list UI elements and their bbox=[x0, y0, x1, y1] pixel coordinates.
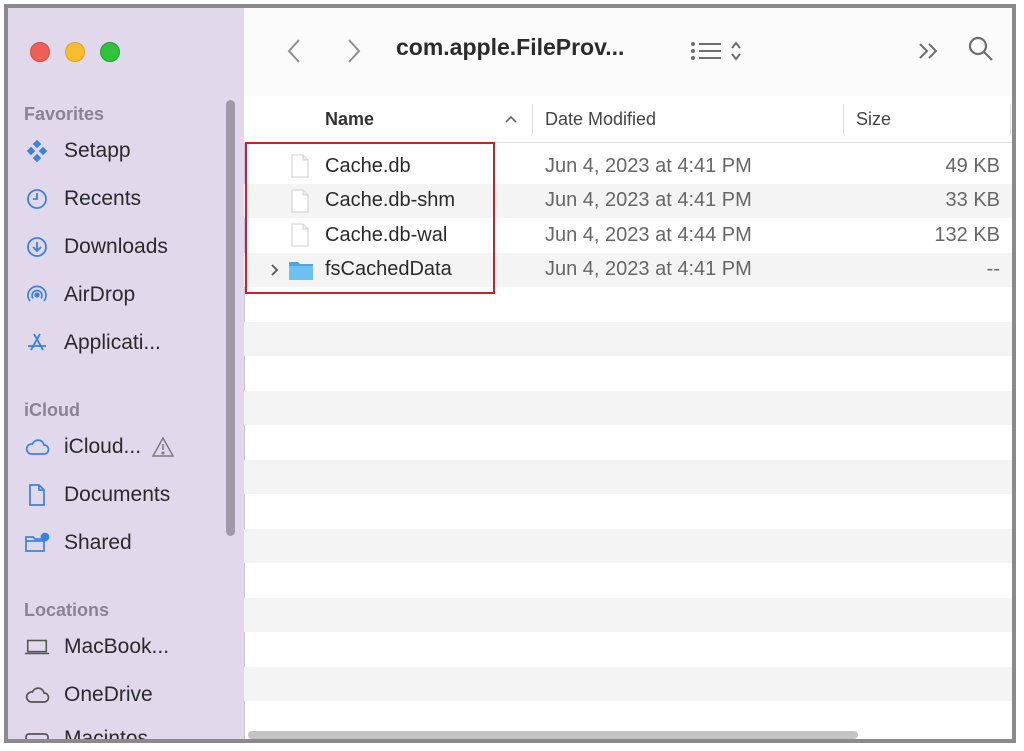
sidebar-item-recents[interactable]: Recents bbox=[24, 180, 141, 218]
file-row[interactable]: Cache.db Jun 4, 2023 at 4:41 PM 49 KB bbox=[244, 149, 1012, 184]
file-date: Jun 4, 2023 at 4:44 PM bbox=[545, 223, 752, 246]
disk-icon bbox=[24, 726, 50, 739]
close-button[interactable] bbox=[30, 42, 50, 62]
sidebar-item-documents[interactable]: Documents bbox=[24, 476, 170, 514]
file-date: Jun 4, 2023 at 4:41 PM bbox=[545, 189, 752, 212]
disclosure-chevron-icon[interactable] bbox=[270, 253, 280, 288]
document-icon bbox=[24, 482, 50, 508]
sidebar-item-label: Recents bbox=[64, 187, 142, 210]
column-size-header[interactable]: Size bbox=[856, 96, 891, 142]
sidebar-item-label: iCloud... bbox=[64, 435, 142, 458]
sidebar-item-downloads[interactable]: Downloads bbox=[24, 228, 168, 266]
window-controls bbox=[30, 42, 120, 62]
zoom-button[interactable] bbox=[100, 42, 120, 62]
file-size: -- bbox=[986, 258, 1000, 281]
sidebar-item-label: MacBook... bbox=[64, 635, 170, 658]
search-button[interactable] bbox=[964, 34, 998, 68]
file-size: 132 KB bbox=[934, 223, 1000, 246]
warning-icon[interactable] bbox=[151, 436, 175, 458]
empty-row bbox=[244, 597, 1012, 632]
chevron-updown-icon bbox=[730, 40, 742, 67]
sidebar-item-macintosh-hd[interactable]: Macintos... bbox=[24, 720, 166, 743]
forward-button[interactable] bbox=[342, 34, 366, 68]
sidebar-scrollbar[interactable] bbox=[226, 100, 235, 536]
airdrop-icon bbox=[24, 282, 50, 308]
window-title: com.apple.FileProv... bbox=[396, 34, 625, 60]
cloud-icon bbox=[24, 682, 50, 708]
sidebar-item-label: Shared bbox=[64, 531, 132, 554]
view-options-button[interactable] bbox=[684, 38, 748, 68]
file-icon bbox=[290, 149, 310, 184]
sidebar-section-favorites: Favorites bbox=[24, 104, 105, 124]
sidebar-item-shared[interactable]: Shared bbox=[24, 524, 132, 562]
file-name: Cache.db-shm bbox=[325, 189, 456, 212]
file-name: Cache.db bbox=[325, 154, 411, 177]
empty-row bbox=[244, 390, 1012, 425]
file-name: Cache.db-wal bbox=[325, 223, 448, 246]
file-row[interactable]: Cache.db-wal Jun 4, 2023 at 4:44 PM 132 … bbox=[244, 218, 1012, 253]
sidebar-item-setapp[interactable]: Setapp bbox=[24, 132, 131, 170]
sidebar-item-label: Applicati... bbox=[64, 331, 161, 354]
file-row[interactable]: Cache.db-shm Jun 4, 2023 at 4:41 PM 33 K… bbox=[244, 183, 1012, 219]
column-divider[interactable] bbox=[532, 104, 533, 134]
sidebar-section-icloud: iCloud bbox=[24, 400, 80, 420]
file-list: Cache.db Jun 4, 2023 at 4:41 PM 49 KB Ca… bbox=[244, 149, 1012, 729]
list-view-icon bbox=[690, 39, 722, 68]
sidebar-item-label: OneDrive bbox=[64, 683, 153, 706]
column-name-header[interactable]: Name bbox=[325, 96, 374, 142]
laptop-icon bbox=[24, 634, 50, 660]
sidebar-section-locations: Locations bbox=[24, 600, 110, 620]
clock-icon bbox=[24, 186, 50, 212]
sidebar-item-onedrive[interactable]: OneDrive bbox=[24, 676, 153, 714]
column-divider[interactable] bbox=[1010, 104, 1011, 134]
sidebar-item-airdrop[interactable]: AirDrop bbox=[24, 276, 135, 314]
sidebar-item-label: AirDrop bbox=[64, 283, 136, 306]
file-size: 33 KB bbox=[945, 189, 1000, 212]
sidebar-item-label: Documents bbox=[64, 483, 171, 506]
finder-window: Favorites Setapp Recents Downloads AirDr… bbox=[4, 4, 1016, 743]
column-header: Name Date Modified Size bbox=[244, 96, 1012, 143]
applications-icon bbox=[24, 330, 50, 356]
file-size: 49 KB bbox=[945, 154, 1000, 177]
empty-row bbox=[244, 459, 1012, 494]
sidebar-item-label: Macintos... bbox=[64, 727, 166, 743]
double-chevron-icon bbox=[917, 41, 941, 66]
sidebar-item-label: Downloads bbox=[64, 235, 168, 258]
sidebar-item-macbook[interactable]: MacBook... bbox=[24, 628, 169, 666]
sort-ascending-icon[interactable] bbox=[504, 96, 518, 142]
back-button[interactable] bbox=[282, 34, 306, 68]
search-icon bbox=[967, 35, 995, 68]
sidebar: Favorites Setapp Recents Downloads AirDr… bbox=[8, 8, 245, 739]
download-icon bbox=[24, 234, 50, 260]
file-name: fsCachedData bbox=[325, 258, 452, 281]
file-icon bbox=[290, 184, 310, 219]
more-toolbar-button[interactable] bbox=[914, 38, 944, 68]
empty-row bbox=[244, 321, 1012, 356]
folder-icon bbox=[288, 253, 314, 288]
cloud-icon bbox=[24, 434, 50, 460]
sidebar-item-icloud-drive[interactable]: iCloud... bbox=[24, 428, 175, 466]
sidebar-item-applications[interactable]: Applicati... bbox=[24, 324, 161, 362]
empty-row bbox=[244, 528, 1012, 563]
setapp-icon bbox=[24, 138, 50, 164]
column-date-header[interactable]: Date Modified bbox=[545, 96, 656, 142]
sidebar-item-label: Setapp bbox=[64, 139, 131, 162]
toolbar: com.apple.FileProv... bbox=[244, 8, 1012, 97]
horizontal-scrollbar[interactable] bbox=[248, 731, 858, 739]
file-date: Jun 4, 2023 at 4:41 PM bbox=[545, 154, 752, 177]
column-divider[interactable] bbox=[843, 104, 844, 134]
folder-row[interactable]: fsCachedData Jun 4, 2023 at 4:41 PM -- bbox=[244, 252, 1012, 288]
empty-row bbox=[244, 666, 1012, 701]
minimize-button[interactable] bbox=[65, 42, 85, 62]
shared-folder-icon bbox=[24, 530, 50, 556]
file-icon bbox=[290, 218, 310, 253]
file-date: Jun 4, 2023 at 4:41 PM bbox=[545, 258, 752, 281]
